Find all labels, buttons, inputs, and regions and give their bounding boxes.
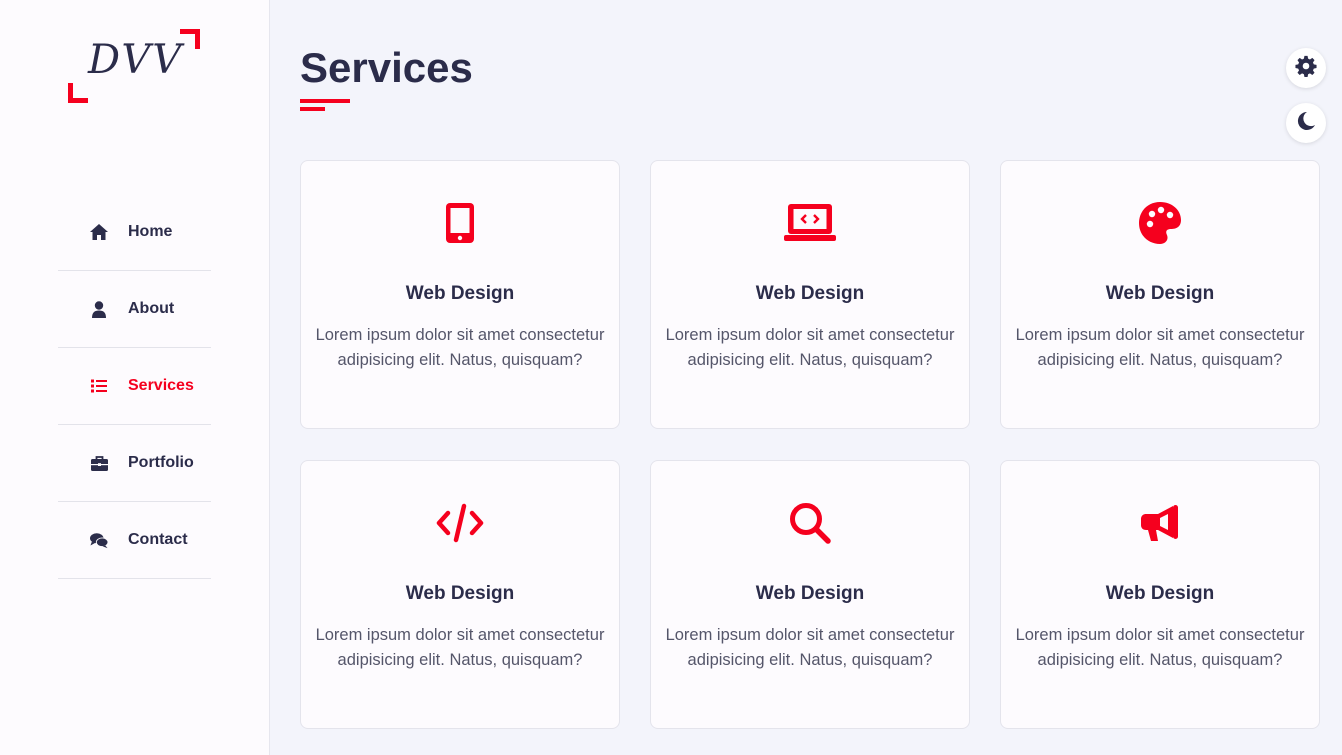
logo-text: DVV — [88, 37, 184, 83]
nav-label: Home — [128, 223, 173, 240]
home-icon — [90, 223, 108, 241]
theme-toggle-button[interactable] — [1286, 103, 1326, 143]
service-card: Web Design Lorem ipsum dolor sit amet co… — [300, 160, 620, 429]
service-title: Web Design — [755, 583, 865, 604]
bullhorn-icon — [1001, 499, 1319, 547]
title-underline — [300, 99, 350, 111]
comments-icon — [90, 531, 108, 549]
list-icon — [90, 377, 108, 395]
palette-icon — [1001, 199, 1319, 247]
gear-icon — [1295, 55, 1317, 82]
service-description: Lorem ipsum dolor sit amet consectetur a… — [1015, 326, 1305, 369]
nav-label: Portfolio — [128, 454, 194, 471]
service-card: Web Design Lorem ipsum dolor sit amet co… — [650, 460, 970, 729]
code-icon — [301, 499, 619, 547]
moon-icon — [1296, 111, 1316, 136]
service-description: Lorem ipsum dolor sit amet consectetur a… — [315, 626, 605, 669]
search-icon — [651, 499, 969, 547]
services-grid: Web Design Lorem ipsum dolor sit amet co… — [300, 160, 1320, 729]
service-card: Web Design Lorem ipsum dolor sit amet co… — [650, 160, 970, 429]
nav-item-portfolio[interactable]: Portfolio — [58, 425, 211, 502]
logo-corner — [68, 83, 88, 103]
service-description: Lorem ipsum dolor sit amet consectetur a… — [665, 626, 955, 669]
service-title: Web Design — [405, 283, 515, 304]
sidebar: DVV Home About Services Portfolio Contac… — [0, 0, 270, 755]
service-description: Lorem ipsum dolor sit amet consectetur a… — [315, 326, 605, 369]
service-title: Web Design — [755, 283, 865, 304]
nav-item-about[interactable]: About — [58, 271, 211, 348]
service-title: Web Design — [1105, 583, 1215, 604]
nav-label: Services — [128, 377, 194, 394]
laptop-code-icon — [651, 199, 969, 247]
service-description: Lorem ipsum dolor sit amet consectetur a… — [1015, 626, 1305, 669]
briefcase-icon — [90, 454, 108, 472]
service-card: Web Design Lorem ipsum dolor sit amet co… — [300, 460, 620, 729]
mobile-icon — [301, 199, 619, 247]
main-nav: Home About Services Portfolio Contact — [58, 194, 211, 579]
logo[interactable]: DVV — [68, 29, 200, 103]
service-card: Web Design Lorem ipsum dolor sit amet co… — [1000, 160, 1320, 429]
nav-label: Contact — [128, 531, 188, 548]
service-description: Lorem ipsum dolor sit amet consectetur a… — [665, 326, 955, 369]
page-title: Services — [300, 44, 473, 91]
settings-button[interactable] — [1286, 48, 1326, 88]
nav-item-services[interactable]: Services — [58, 348, 211, 425]
service-title: Web Design — [1105, 283, 1215, 304]
user-icon — [90, 300, 108, 318]
service-card: Web Design Lorem ipsum dolor sit amet co… — [1000, 460, 1320, 729]
nav-item-contact[interactable]: Contact — [58, 502, 211, 579]
nav-item-home[interactable]: Home — [58, 194, 211, 271]
service-title: Web Design — [405, 583, 515, 604]
nav-label: About — [128, 300, 175, 317]
